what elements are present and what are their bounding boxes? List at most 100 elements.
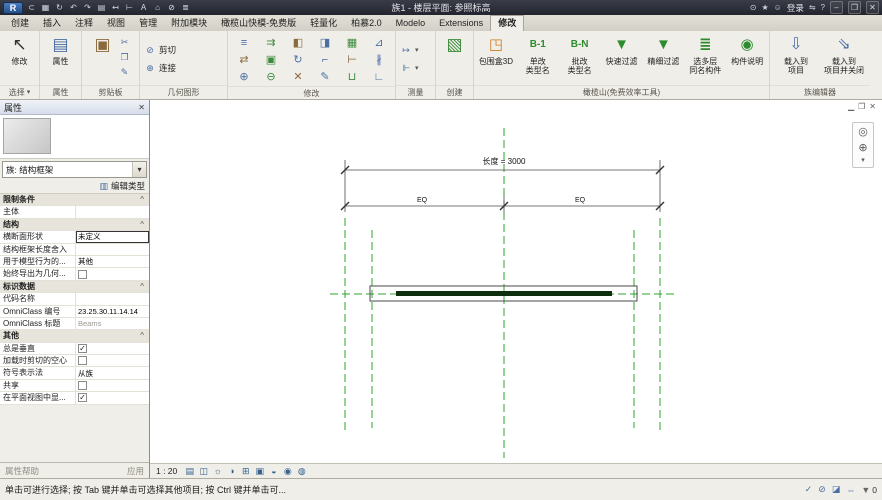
property-value[interactable] [76, 293, 149, 304]
properties-header[interactable]: 属性 ✕ [0, 100, 149, 115]
property-row[interactable]: 用于模型行为的... 其他 [0, 256, 149, 268]
panel-label-measure[interactable]: 测量 [396, 85, 435, 99]
property-row[interactable]: 横断面形状 未定义 [0, 231, 149, 243]
view-minimize-icon[interactable]: ▁ [848, 102, 854, 111]
eq-label[interactable]: EQ [417, 197, 428, 204]
property-row[interactable]: 加载时剪切的空心 [0, 355, 149, 367]
view-restore-icon[interactable]: ❐ [858, 102, 865, 111]
move[interactable]: ⇄ [231, 52, 258, 69]
gls-tool-button[interactable]: ◉ 构件说明 [727, 33, 767, 66]
property-value[interactable] [76, 355, 149, 366]
gls-tool-button[interactable]: B-N 批改 类型名 [560, 33, 600, 75]
property-value[interactable]: 从族 [76, 367, 149, 378]
temporary-hide-icon[interactable]: ◒ [267, 465, 280, 478]
close-button[interactable]: ✕ [866, 1, 879, 14]
property-value[interactable] [76, 343, 149, 354]
ribbon-tab[interactable]: 插入 [36, 16, 68, 31]
property-value[interactable] [76, 268, 149, 279]
properties-help-link[interactable]: 属性帮助 [5, 465, 39, 477]
family-editor-button[interactable]: ⇘ 载入到 项目并关闭 [821, 33, 867, 75]
mirror-axis[interactable]: ◧ [285, 35, 312, 52]
match[interactable]: ✎ [312, 69, 339, 86]
analysis-icon[interactable]: ◍ [295, 465, 308, 478]
gls-tool-button[interactable]: ◳ 包围盒3D [476, 33, 516, 66]
navigation-wheel-icon[interactable]: ◎ [858, 125, 868, 139]
property-value[interactable]: Beams [76, 318, 149, 329]
property-row[interactable]: 其他 [0, 330, 149, 342]
property-value[interactable]: 未定义 [76, 231, 149, 242]
save-icon[interactable]: ▦ [40, 1, 51, 14]
gls-tool-button[interactable]: ▼ 精细过滤 [643, 33, 683, 66]
copy-icon[interactable]: ❐ [118, 50, 132, 64]
close-icon[interactable]: ✕ [138, 103, 145, 112]
shadows-icon[interactable]: ◑ [225, 465, 238, 478]
property-value[interactable] [76, 244, 149, 255]
geometry-tool[interactable]: ⊘ 剪切 [142, 42, 225, 58]
property-row[interactable]: 符号表示法 从族 [0, 367, 149, 379]
pin[interactable]: ⊕ [231, 69, 258, 86]
unpin[interactable]: ⊖ [258, 69, 285, 86]
property-value[interactable] [76, 206, 149, 217]
measure-tool[interactable]: ⊩ ▾ [398, 60, 433, 76]
property-checkbox[interactable] [78, 393, 87, 402]
person-icon[interactable]: ☺ [774, 3, 782, 12]
reveal-hidden-icon[interactable]: ◉ [281, 465, 294, 478]
delete[interactable]: ✕ [285, 69, 312, 86]
print-icon[interactable]: ▤ [96, 1, 107, 14]
panel-label-geometry[interactable]: 几何图形 [140, 85, 227, 99]
match-type-icon[interactable]: ✎ [118, 65, 132, 79]
zoom-icon[interactable]: ⊕ [858, 141, 867, 155]
select-by-face-icon[interactable]: ◪ [832, 484, 841, 495]
default-3d-view-icon[interactable]: ⌂ [152, 1, 163, 14]
view-close-icon[interactable]: ✕ [869, 102, 876, 111]
cope[interactable]: ∟ [366, 69, 393, 86]
property-row[interactable]: 总是垂直 [0, 343, 149, 355]
view-scale[interactable]: 1 : 20 [154, 466, 182, 476]
offset[interactable]: ⇉ [258, 35, 285, 52]
ribbon-tab[interactable]: Modelo [389, 16, 433, 31]
rotate[interactable]: ↻ [285, 52, 312, 69]
thin-lines-icon[interactable]: ≣ [180, 1, 191, 14]
measure-icon[interactable]: ↤ [110, 1, 121, 14]
type-selector[interactable]: 族: 结构框架 ▾ [2, 161, 147, 178]
property-row[interactable]: 限制条件 [0, 194, 149, 206]
panel-label-gls[interactable]: 橄榄山(免费效率工具) [474, 85, 769, 99]
redo-icon[interactable]: ↷ [82, 1, 93, 14]
panel-label-family-editor[interactable]: 族编辑器 [770, 85, 870, 99]
property-value[interactable]: 23.25.30.11.14.14 [76, 306, 149, 317]
sync-icon[interactable]: ↻ [54, 1, 65, 14]
star-icon[interactable]: ★ [761, 3, 768, 12]
crop-view-icon[interactable]: ⊞ [239, 465, 252, 478]
property-row[interactable]: 代码名称 [0, 293, 149, 305]
property-checkbox[interactable] [78, 270, 87, 279]
property-row[interactable]: 主体 [0, 206, 149, 218]
drag-on-selection-icon[interactable]: ⇔ [846, 485, 855, 495]
ribbon-tab[interactable]: 修改 [490, 15, 524, 31]
property-row[interactable]: 在平面视图中显... [0, 392, 149, 404]
text-note-icon[interactable]: A [138, 1, 149, 14]
section-icon[interactable]: ⊘ [166, 1, 177, 14]
undo-icon[interactable]: ↶ [68, 1, 79, 14]
property-value[interactable] [76, 392, 149, 403]
dimension-icon[interactable]: ⊢ [124, 1, 135, 14]
property-value[interactable]: 其他 [76, 256, 149, 267]
show-crop-icon[interactable]: ▣ [253, 465, 266, 478]
help-icon[interactable]: ? [821, 3, 825, 12]
property-row[interactable]: 始终导出为几何... [0, 268, 149, 280]
minimize-button[interactable]: – [830, 1, 843, 14]
chevron-down-icon[interactable]: ▾ [132, 162, 146, 177]
join[interactable]: ⊔ [339, 69, 366, 86]
property-row[interactable]: OmniClass 标题 Beams [0, 318, 149, 330]
ribbon-tab[interactable]: Extensions [432, 16, 490, 31]
editable-only-icon[interactable]: ✓ [805, 484, 813, 495]
sign-in-button[interactable]: 登录 [787, 2, 804, 14]
property-row[interactable]: 共享 [0, 380, 149, 392]
ribbon-tab[interactable]: 橄榄山快模-免费版 [214, 16, 303, 31]
property-checkbox[interactable] [78, 356, 87, 365]
mirror-line[interactable]: ◨ [312, 35, 339, 52]
selection-filter[interactable]: ▼ 0 [861, 485, 877, 495]
gls-tool-button[interactable]: B-1 单改 类型名 [518, 33, 558, 75]
split[interactable]: ∦ [366, 52, 393, 69]
ribbon-tab[interactable]: 注释 [68, 16, 100, 31]
property-row[interactable]: 结构框架长度舍入 [0, 244, 149, 256]
